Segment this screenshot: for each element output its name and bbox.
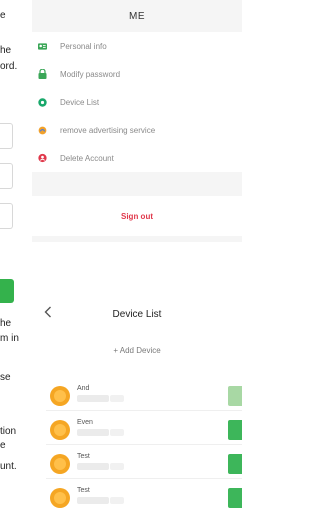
device-id-blurred [77, 429, 109, 436]
menu-item-label: remove advertising service [60, 125, 156, 135]
person-card-icon [38, 42, 47, 51]
menu-item-modify-password[interactable]: Modify password [32, 60, 242, 88]
divider [46, 478, 242, 479]
article-text-line: he [0, 318, 12, 329]
device-id-blurred [110, 463, 124, 470]
device-id-blurred [110, 429, 124, 436]
device-row[interactable]: Test [32, 452, 242, 479]
device-action-button[interactable] [228, 420, 242, 440]
menu-item-label: Modify password [60, 69, 121, 79]
device-name: Even [77, 419, 93, 426]
lock-icon [38, 69, 47, 79]
article-input-field[interactable] [0, 163, 13, 189]
device-row[interactable]: And [32, 384, 242, 411]
menu-item-label: Delete Account [60, 153, 114, 163]
article-text-line: ord. [0, 61, 18, 72]
device-name: And [77, 385, 90, 392]
article-text-line: tion [0, 426, 17, 437]
ad-icon [38, 126, 47, 135]
article-text-line: e [0, 440, 6, 451]
add-device-button[interactable]: + Add Device [32, 346, 242, 355]
menu-item-delete-account[interactable]: Delete Account [32, 144, 242, 172]
device-action-button[interactable] [228, 454, 242, 474]
device-row[interactable]: Test [32, 486, 242, 512]
menu-item-label: Personal info [60, 41, 107, 51]
article-text-line: e [0, 10, 6, 21]
article-text-line: se [0, 372, 11, 383]
divider [46, 444, 242, 445]
device-action-button[interactable] [228, 488, 242, 508]
sign-out-label: Sign out [121, 211, 153, 221]
device-id-blurred [77, 463, 109, 470]
article-text-line: unt. [0, 461, 17, 472]
device-name: Test [77, 453, 90, 460]
menu-item-remove-ads[interactable]: remove advertising service [32, 116, 242, 144]
article-green-button[interactable] [0, 279, 14, 303]
device-id-blurred [110, 497, 124, 504]
device-row[interactable]: Even [32, 418, 242, 445]
article-input-field[interactable] [0, 203, 13, 229]
device-avatar [50, 488, 70, 508]
divider [46, 410, 242, 411]
device-id-blurred [110, 395, 124, 402]
device-id-blurred [77, 497, 109, 504]
menu-item-label: Device List [60, 97, 100, 107]
device-action-button[interactable] [228, 386, 242, 406]
device-avatar [50, 386, 70, 406]
device-name: Test [77, 487, 90, 494]
me-title: ME [32, 0, 242, 32]
menu-item-device-list[interactable]: Device List [32, 88, 242, 116]
me-menu-card: Personal info Modify password Device Lis… [32, 32, 242, 172]
device-icon [38, 97, 47, 107]
device-list-title: Device List [112, 309, 162, 320]
device-avatar [50, 420, 70, 440]
menu-item-personal-info[interactable]: Personal info [32, 32, 242, 60]
device-avatar [50, 454, 70, 474]
delete-account-icon [38, 153, 47, 163]
device-id-blurred [77, 395, 109, 402]
article-text-line: m in [0, 333, 19, 344]
article-text-line: he [0, 45, 12, 56]
sign-out-button[interactable]: Sign out [32, 196, 242, 236]
article-input-field[interactable] [0, 123, 13, 149]
